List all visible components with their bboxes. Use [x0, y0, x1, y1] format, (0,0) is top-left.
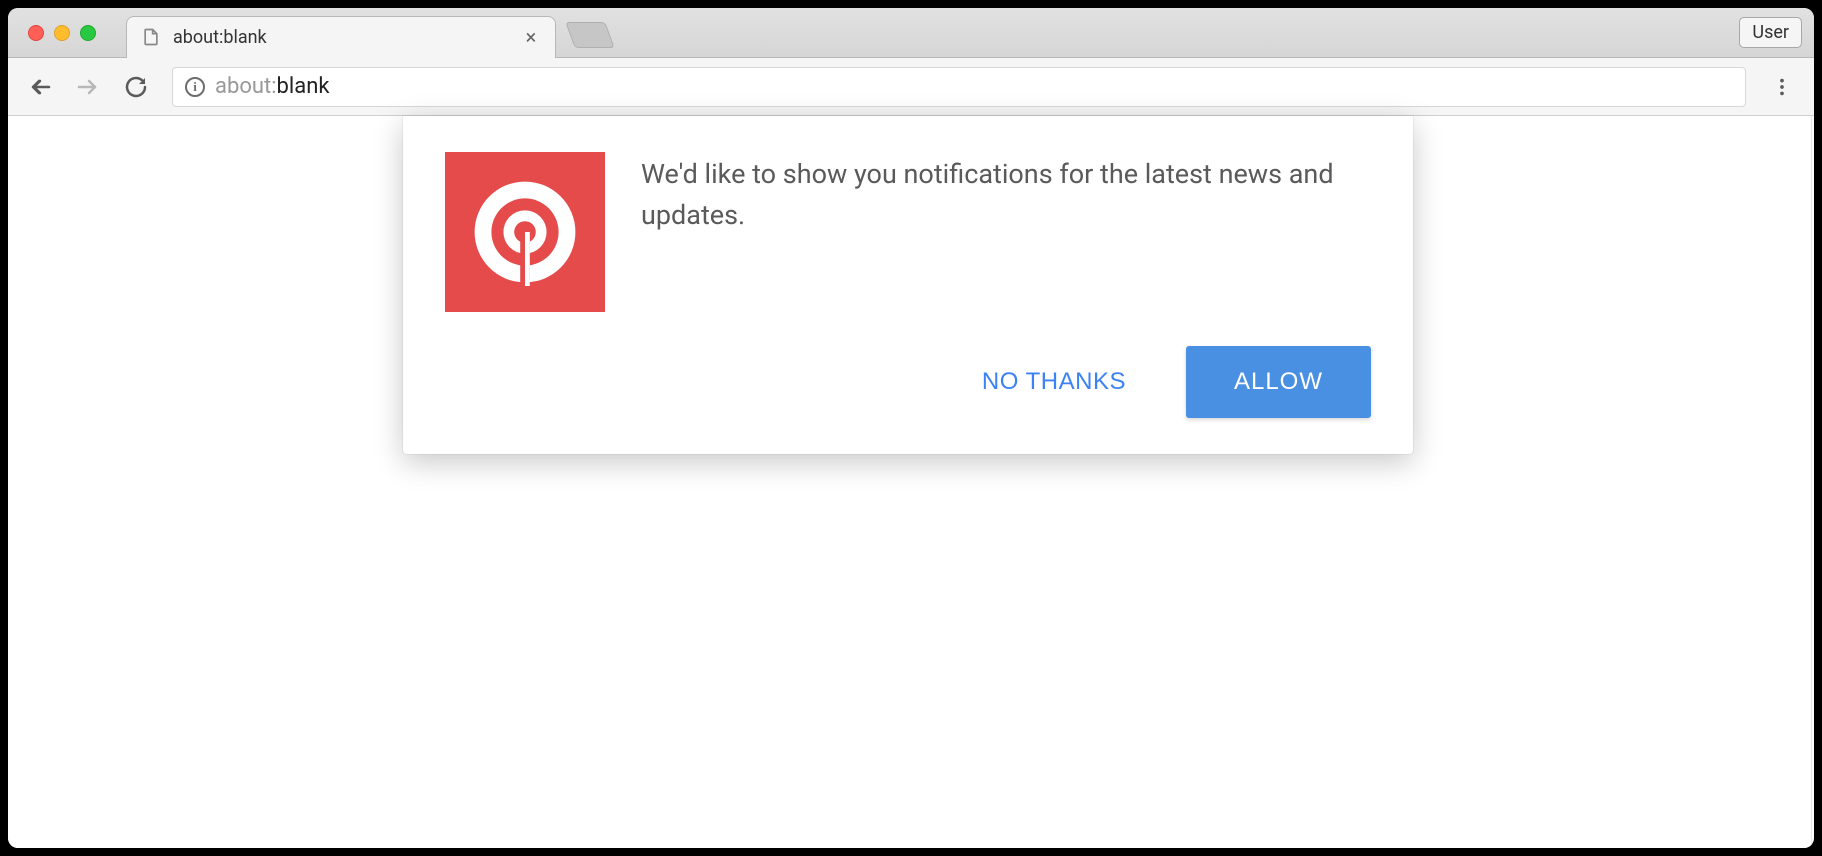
dialog-message: We'd like to show you notifications for … — [641, 152, 1371, 235]
page-content: We'd like to show you notifications for … — [8, 116, 1812, 848]
tab-title: about:blank — [173, 27, 509, 48]
browser-tab[interactable]: about:blank × — [126, 16, 556, 58]
file-icon — [141, 27, 161, 47]
close-window-button[interactable] — [28, 25, 44, 41]
close-tab-button[interactable]: × — [521, 25, 541, 49]
forward-button[interactable] — [68, 67, 108, 107]
browser-window: about:blank × User i — [8, 8, 1814, 848]
onesignal-icon — [445, 152, 605, 312]
url-path: blank — [277, 74, 330, 99]
tab-bar: about:blank × User — [8, 8, 1814, 58]
reload-button[interactable] — [116, 67, 156, 107]
maximize-window-button[interactable] — [80, 25, 96, 41]
profile-button[interactable]: User — [1739, 17, 1802, 48]
minimize-window-button[interactable] — [54, 25, 70, 41]
allow-button[interactable]: ALLOW — [1186, 346, 1371, 418]
browser-menu-button[interactable] — [1762, 67, 1802, 107]
url-scheme: about: — [215, 74, 277, 99]
dialog-body: We'd like to show you notifications for … — [445, 152, 1371, 312]
new-tab-button[interactable] — [565, 22, 614, 48]
notification-permission-dialog: We'd like to show you notifications for … — [403, 116, 1413, 454]
dialog-actions: NO THANKS ALLOW — [445, 346, 1371, 418]
site-info-icon[interactable]: i — [185, 77, 205, 97]
toolbar: i about:blank — [8, 58, 1814, 116]
back-button[interactable] — [20, 67, 60, 107]
window-controls — [28, 25, 96, 41]
address-bar[interactable]: i about:blank — [172, 67, 1746, 107]
decline-button[interactable]: NO THANKS — [952, 346, 1156, 418]
url-text: about:blank — [215, 74, 330, 99]
